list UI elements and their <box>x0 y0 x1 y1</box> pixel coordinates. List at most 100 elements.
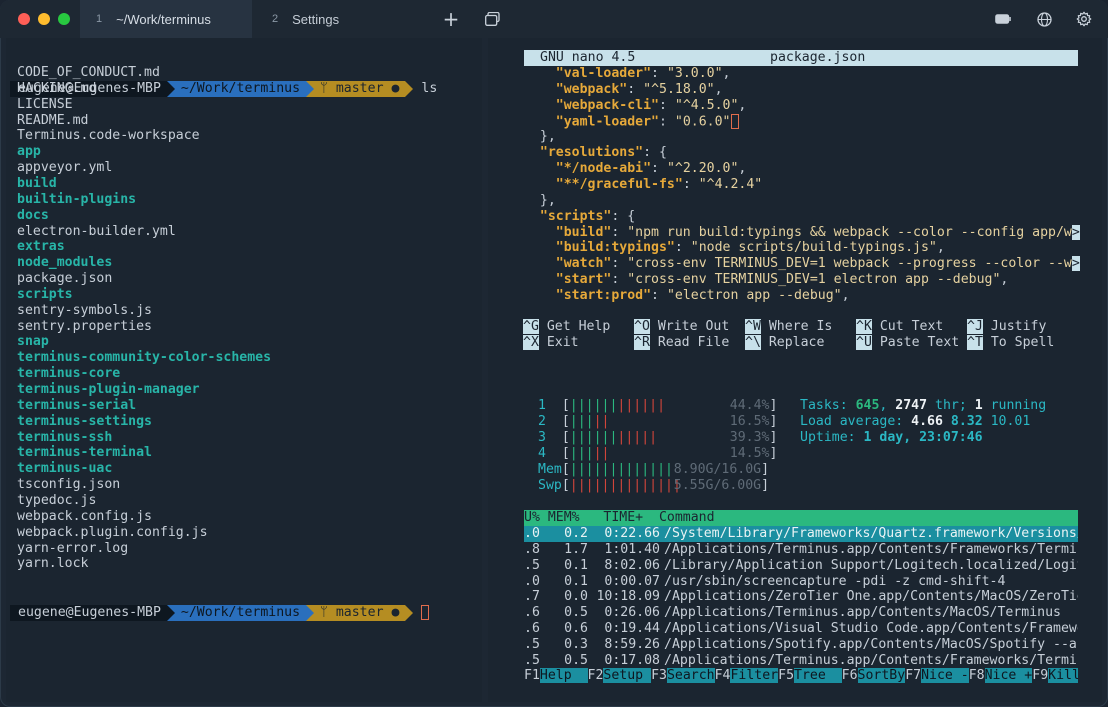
code-token: "0.6.0" <box>674 114 731 130</box>
directory-entry[interactable]: terminus-community-color-schemes <box>17 350 271 366</box>
file-entry[interactable]: yarn.lock <box>17 556 88 572</box>
nano-shortcut[interactable]: ^T To Spell <box>967 334 1054 351</box>
process-row[interactable]: .0 0.1 0:00.07/usr/sbin/screencapture -pdi… <box>524 574 1078 590</box>
windows-icon[interactable] <box>482 9 502 29</box>
directory-entry[interactable]: terminus-uac <box>17 461 112 477</box>
maximize-window-button[interactable] <box>58 13 70 25</box>
plus-icon[interactable]: + <box>441 7 461 31</box>
code-line: "scripts": { <box>524 209 635 225</box>
file-entry[interactable]: appveyor.yml <box>17 160 112 176</box>
directory-entry[interactable]: terminus-terminal <box>17 445 152 461</box>
file-entry[interactable]: LICENSE <box>17 97 73 113</box>
file-entry[interactable]: README.md <box>17 113 88 129</box>
process-mem: 0.5 <box>564 652 588 668</box>
code-token: , <box>841 287 850 303</box>
nano-shortcut[interactable]: ^X Exit <box>523 334 579 351</box>
function-key[interactable]: F7Nice - <box>905 668 969 683</box>
function-key[interactable]: F3Search <box>651 668 715 683</box>
function-key-number: F9 <box>1032 668 1049 683</box>
file-entry[interactable]: electron-builder.yml <box>17 224 176 240</box>
left-terminal-pane[interactable]: eugene@Eugenes-MBP ~/Work/terminus ᛘ mas… <box>6 38 482 702</box>
nano-shortcut[interactable]: ^J Justify <box>967 319 1046 335</box>
file-entry[interactable]: CODE_OF_CONDUCT.md <box>17 65 160 81</box>
mem-meter: Mem[|||||||||||||8.90G/16.0G] <box>538 462 770 477</box>
process-row[interactable]: .5 0.5 0:17.08/Applications/Terminus.app/C… <box>524 653 1078 669</box>
process-mem: 0.1 <box>564 557 588 573</box>
code-line: "build": "npm run build:typings && webpa… <box>524 224 1080 241</box>
directory-entry[interactable]: builtin-plugins <box>17 192 136 208</box>
code-token: "^2.20.0" <box>666 161 739 177</box>
prompt-git-branch: ᛘ master ● <box>314 605 406 621</box>
directory-entry[interactable]: terminus-serial <box>17 398 136 414</box>
directory-entry[interactable]: terminus-ssh <box>17 430 112 446</box>
process-row[interactable]: .0 0.2 0:22.66/System/Library/Frameworks/Q… <box>524 526 1078 542</box>
load-5: 8.32 <box>950 414 983 429</box>
tab-terminus[interactable]: 1 ~/Work/terminus <box>80 0 252 38</box>
directory-entry[interactable]: extras <box>17 239 65 255</box>
shortcut-label: Justify <box>990 319 1047 334</box>
close-window-button[interactable] <box>18 13 30 25</box>
function-key[interactable]: F4Filter <box>715 668 779 683</box>
minimize-window-button[interactable] <box>38 13 50 25</box>
nano-shortcut[interactable]: ^\ Replace <box>745 334 824 351</box>
function-key[interactable]: F6SortBy <box>842 668 906 683</box>
nano-shortcut[interactable]: ^W Where Is <box>745 319 832 335</box>
threads-label: thr; <box>927 398 975 413</box>
file-entry[interactable]: yarn-error.log <box>17 541 128 557</box>
process-mem: 0.3 <box>564 636 588 652</box>
process-row[interactable]: .8 1.7 1:01.40/Applications/Terminus.app/C… <box>524 542 1078 558</box>
process-row[interactable]: .7 0.0 10:18.09/Applications/ZeroTier One.… <box>524 589 1078 605</box>
function-key[interactable]: F5Tree <box>778 668 842 683</box>
process-row[interactable]: .6 0.5 0:26.06/Applications/Terminus.app/C… <box>524 605 1078 621</box>
file-entry[interactable]: sentry-symbols.js <box>17 303 152 319</box>
nano-shortcut[interactable]: ^K Cut Text <box>856 319 943 335</box>
function-key[interactable]: F2Setup <box>588 668 652 683</box>
right-terminal-pane[interactable]: GNU nano 4.5 package.json "val-loader": "… <box>488 38 1102 702</box>
shortcut-label: Get Help <box>546 319 611 334</box>
code-line: "resolutions": { <box>524 145 667 161</box>
directory-entry[interactable]: terminus-core <box>17 366 120 382</box>
load-15: 10.01 <box>990 414 1031 429</box>
code-token: : <box>627 81 644 97</box>
prompt-line[interactable]: eugene@Eugenes-MBP ~/Work/terminus ᛘ mas… <box>10 573 430 621</box>
shortcut-label: Paste Text <box>879 334 960 350</box>
file-entry[interactable]: HACKING.md <box>17 81 96 97</box>
directory-entry[interactable]: build <box>17 176 57 192</box>
gear-icon[interactable] <box>1074 9 1094 29</box>
file-entry[interactable]: typedoc.js <box>17 493 96 509</box>
directory-entry[interactable]: snap <box>17 334 49 350</box>
code-token: "^5.18.0" <box>643 81 715 97</box>
file-entry[interactable]: sentry.properties <box>17 319 152 335</box>
function-key-number: F1 <box>524 668 540 683</box>
directory-entry[interactable]: app <box>17 144 41 160</box>
function-key[interactable]: F1Help <box>524 668 588 683</box>
terminal-cursor <box>421 604 430 620</box>
tab-settings[interactable]: 2 Settings <box>256 0 456 38</box>
nano-shortcut[interactable]: ^R Read File <box>634 334 729 351</box>
nano-shortcut[interactable]: ^U Paste Text <box>856 334 960 351</box>
code-token: : <box>611 224 628 240</box>
directory-entry[interactable]: docs <box>17 208 49 224</box>
nano-shortcut[interactable]: ^G Get Help <box>523 319 610 335</box>
directory-entry[interactable]: terminus-plugin-manager <box>17 382 200 398</box>
cpu-id: 4 <box>538 445 546 461</box>
process-row[interactable]: .6 0.6 0:19.44/Applications/Visual Studio … <box>524 621 1078 637</box>
file-entry[interactable]: Terminus.code-workspace <box>17 128 200 144</box>
directory-entry[interactable]: terminus-settings <box>17 414 152 430</box>
shortcut-key: ^U <box>856 334 872 350</box>
file-entry[interactable]: webpack.config.js <box>17 509 152 525</box>
function-key[interactable]: F9Kill <box>1032 668 1078 683</box>
directory-entry[interactable]: scripts <box>17 287 73 303</box>
file-entry[interactable]: tsconfig.json <box>17 477 120 493</box>
directory-entry[interactable]: node_modules <box>17 255 112 271</box>
globe-icon[interactable] <box>1034 9 1054 29</box>
file-entry[interactable]: webpack.plugin.config.js <box>17 525 208 541</box>
function-key[interactable]: F8Nice + <box>969 668 1033 683</box>
code-token: : <box>682 176 699 192</box>
process-row[interactable]: .5 0.3 8:59.26/Applications/Spotify.app/Co… <box>524 637 1078 653</box>
process-row[interactable]: .5 0.1 8:02.06/Library/Application Support… <box>524 558 1078 574</box>
htop-column-header: U% MEM% TIME+ Command <box>524 510 1078 526</box>
nano-shortcut[interactable]: ^O Write Out <box>634 319 729 335</box>
file-entry[interactable]: package.json <box>17 271 112 287</box>
load-average-line: Load average: 4.66 8.32 10.01 <box>800 414 1030 430</box>
